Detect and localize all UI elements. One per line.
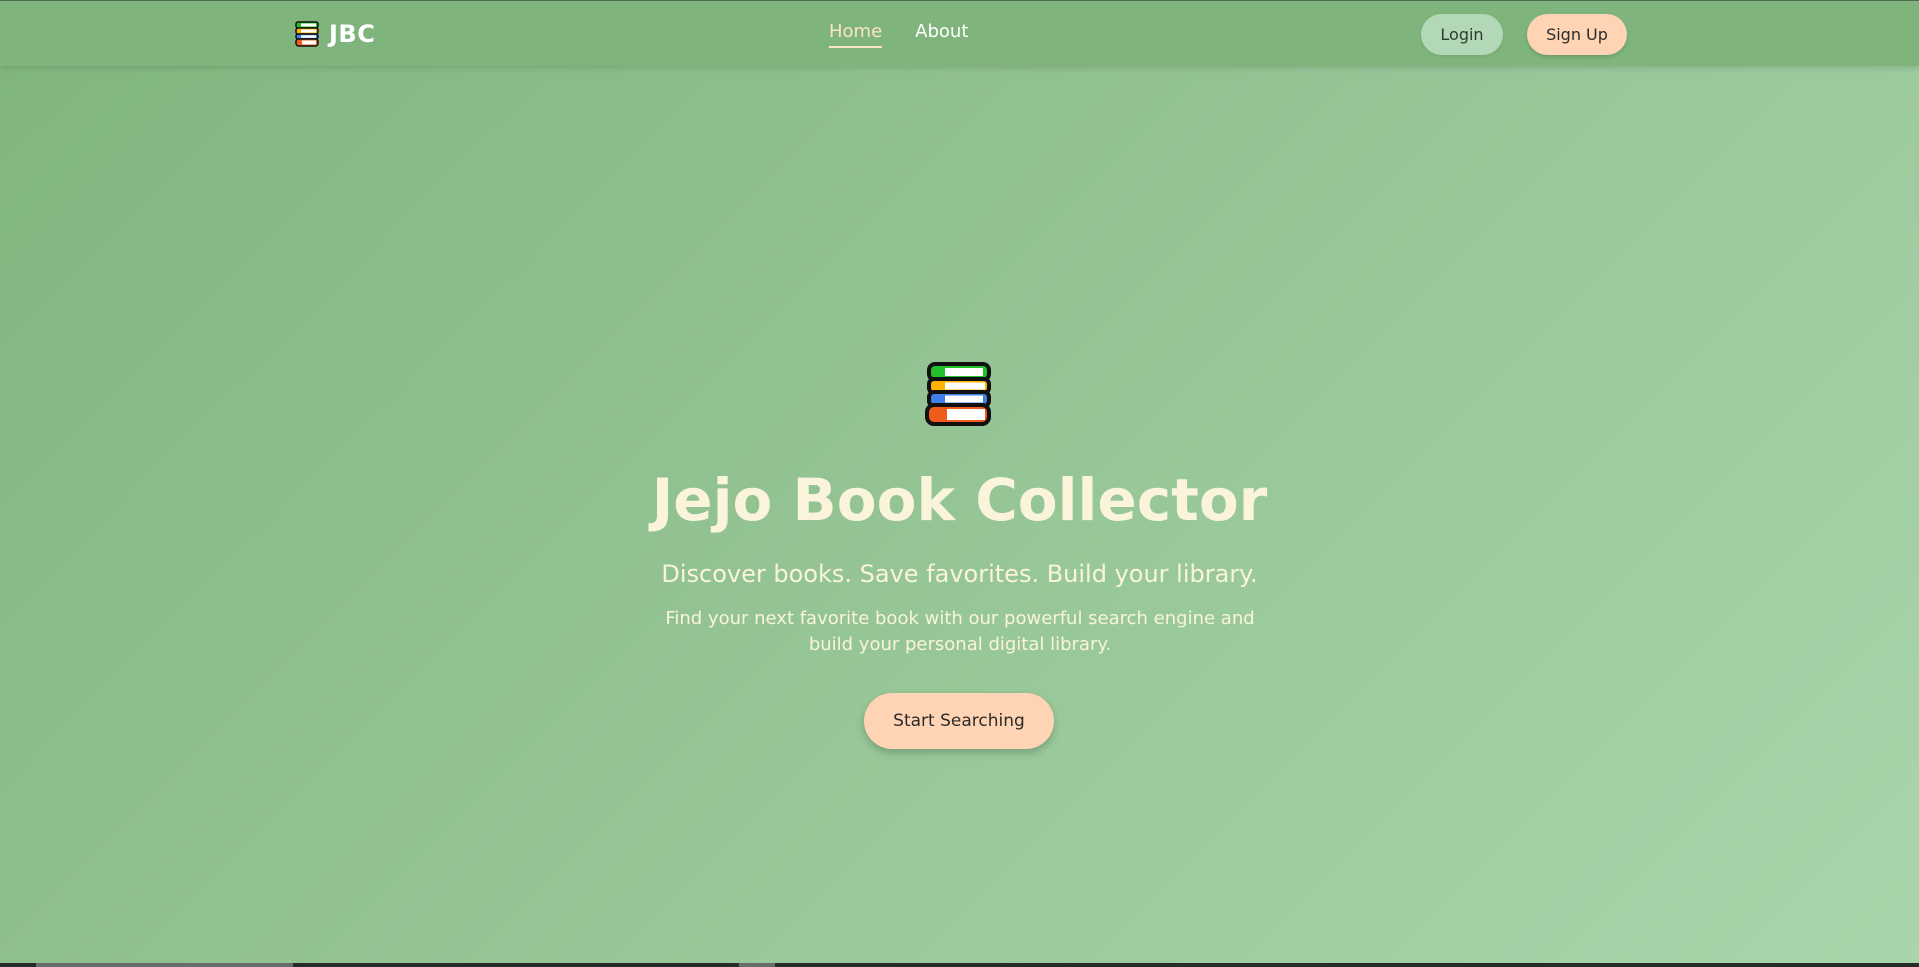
brand-logo[interactable]: JBC — [293, 20, 375, 48]
main-nav: Home About — [829, 21, 968, 48]
hero-subtitle: Discover books. Save favorites. Build yo… — [661, 560, 1258, 588]
book-stack-icon — [295, 21, 319, 47]
nav-link-home[interactable]: Home — [829, 21, 883, 48]
login-button[interactable]: Login — [1421, 14, 1503, 55]
nav-link-about[interactable]: About — [915, 21, 968, 48]
navbar: JBC Home About Login Sign Up — [0, 0, 1919, 66]
hero-title: Jejo Book Collector — [651, 466, 1268, 534]
book-stack-icon — [925, 362, 991, 426]
signup-button[interactable]: Sign Up — [1527, 14, 1627, 55]
hero-section: Jejo Book Collector Discover books. Save… — [0, 66, 1919, 963]
scrollbar-thumb[interactable] — [36, 963, 293, 967]
scrollbar-thumb-secondary — [739, 963, 775, 967]
horizontal-scrollbar[interactable] — [0, 963, 1919, 967]
hero-description: Find your next favorite book with our po… — [665, 608, 1255, 655]
start-searching-button[interactable]: Start Searching — [864, 693, 1054, 749]
brand-name: JBC — [329, 20, 376, 48]
